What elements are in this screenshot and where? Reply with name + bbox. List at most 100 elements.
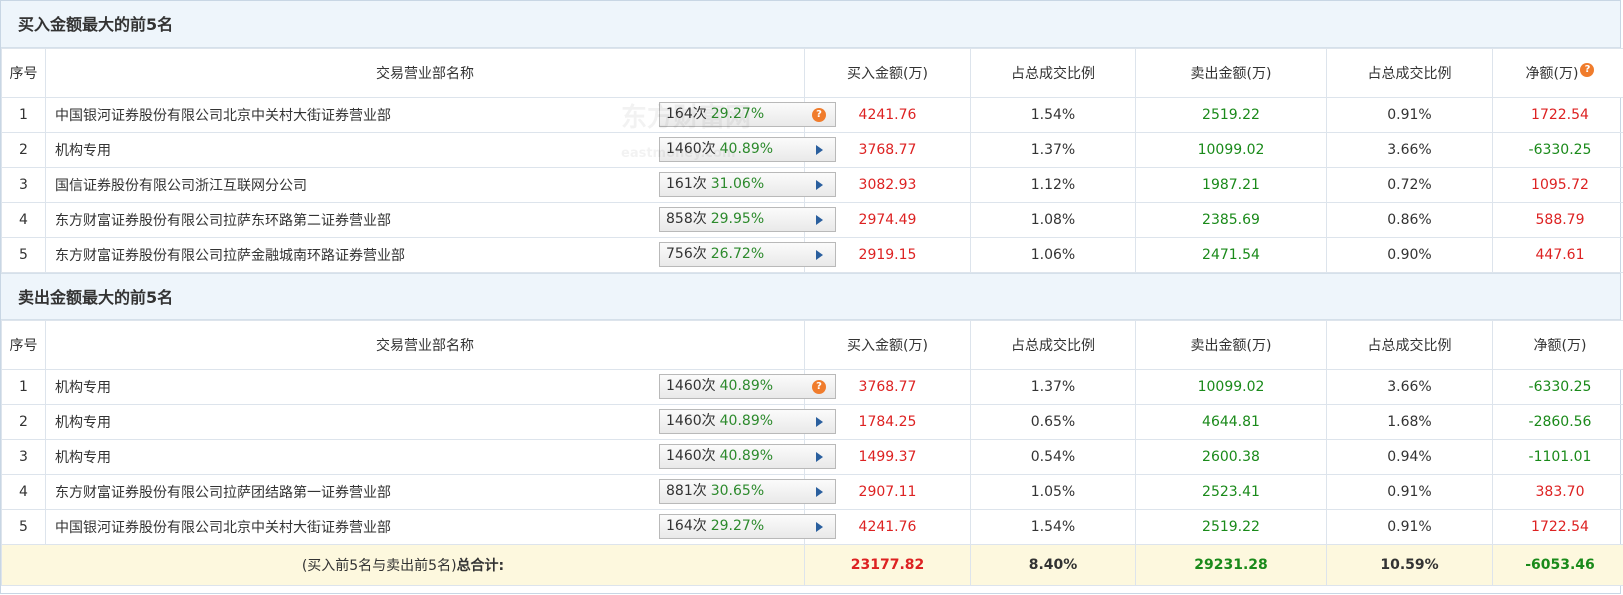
- expand-arrow-icon[interactable]: [816, 215, 823, 225]
- row-name-cell: 东方财富证券股份有限公司拉萨金融城南环路证券营业部 756次 26.72%: [45, 237, 836, 273]
- broker-name[interactable]: 机构专用: [55, 415, 111, 431]
- row-sell-ratio: 1.68%: [1326, 404, 1493, 440]
- table-header: 序号 交易营业部名称 买入金额(万) 占总成交比例 卖出金额(万) 占总成交比例…: [1, 48, 1623, 98]
- row-net: -1101.01: [1492, 439, 1623, 475]
- broker-stats-button[interactable]: 858次 29.95%: [659, 207, 836, 232]
- sell-top5-table: 序号 交易营业部名称 买入金额(万) 占总成交比例 卖出金额(万) 占总成交比例…: [1, 320, 1623, 586]
- broker-name[interactable]: 机构专用: [55, 380, 111, 396]
- row-sell: 2519.22: [1135, 97, 1327, 133]
- row-seq: 2: [1, 404, 46, 440]
- header-net: 净额(万): [1492, 320, 1623, 370]
- expand-arrow-icon[interactable]: [816, 522, 823, 532]
- header-buy: 买入金额(万): [804, 320, 971, 370]
- total-row: (买入前5名与卖出前5名)总合计: 23177.82 8.40% 29231.2…: [1, 544, 1623, 586]
- help-icon[interactable]: ?: [1580, 63, 1595, 77]
- row-buy-ratio: 1.54%: [970, 97, 1136, 133]
- expand-arrow-icon[interactable]: [816, 145, 823, 155]
- broker-win-rate: 40.89%: [719, 413, 774, 429]
- broker-name[interactable]: 国信证券股份有限公司浙江互联网分公司: [55, 178, 307, 194]
- row-seq: 4: [1, 202, 46, 238]
- header-net: 净额(万)?: [1492, 48, 1623, 98]
- broker-win-rate: 29.95%: [710, 211, 765, 227]
- row-seq: 3: [1, 167, 46, 203]
- broker-win-rate: 26.72%: [710, 246, 765, 262]
- row-sell: 10099.02: [1135, 369, 1327, 405]
- broker-stats-button[interactable]: 164次 29.27%: [659, 514, 836, 539]
- broker-win-rate: 29.27%: [710, 106, 765, 122]
- broker-stats-button[interactable]: 1460次 40.89%: [659, 444, 836, 469]
- row-net: -6330.25: [1492, 132, 1623, 168]
- row-name-cell: 机构专用 1460次 40.89%: [45, 439, 836, 475]
- row-seq: 5: [1, 509, 46, 545]
- buy-top5-title: 买入金额最大的前5名: [1, 1, 1620, 48]
- header-sell-ratio: 占总成交比例: [1326, 320, 1493, 370]
- header-buy-ratio: 占总成交比例: [970, 48, 1136, 98]
- table-row: 3 国信证券股份有限公司浙江互联网分公司 161次 31.06% 3082.93 1.12…: [1, 167, 1623, 203]
- row-buy-ratio: 1.54%: [970, 509, 1136, 545]
- broker-name[interactable]: 机构专用: [55, 143, 111, 159]
- broker-name[interactable]: 东方财富证券股份有限公司拉萨东环路第二证券营业部: [55, 213, 391, 229]
- broker-times: 858次: [666, 211, 707, 227]
- broker-name[interactable]: 东方财富证券股份有限公司拉萨团结路第一证券营业部: [55, 485, 391, 501]
- table-row: 1 中国银河证券股份有限公司北京中关村大街证券营业部 164次 29.27%? 4241…: [1, 97, 1623, 133]
- header-seq: 序号: [1, 48, 46, 98]
- broker-times: 1460次: [666, 378, 716, 394]
- row-sell: 2471.54: [1135, 237, 1327, 273]
- table-header: 序号 交易营业部名称 买入金额(万) 占总成交比例 卖出金额(万) 占总成交比例…: [1, 320, 1623, 370]
- total-buy-ratio: 8.40%: [970, 544, 1136, 586]
- broker-win-rate: 40.89%: [719, 448, 774, 464]
- broker-stats-button[interactable]: 756次 26.72%: [659, 242, 836, 267]
- broker-name[interactable]: 中国银河证券股份有限公司北京中关村大街证券营业部: [55, 108, 391, 124]
- expand-arrow-icon[interactable]: [816, 452, 823, 462]
- total-buy: 23177.82: [804, 544, 971, 586]
- expand-arrow-icon[interactable]: [816, 180, 823, 190]
- broker-win-rate: 31.06%: [710, 176, 765, 192]
- header-buy: 买入金额(万): [804, 48, 971, 98]
- row-sell: 10099.02: [1135, 132, 1327, 168]
- sell-rows: 1 机构专用 1460次 40.89%? 3768.77 1.37% 10099.02 3.6…: [1, 369, 1623, 545]
- row-name-cell: 东方财富证券股份有限公司拉萨东环路第二证券营业部 858次 29.95%: [45, 202, 836, 238]
- help-icon[interactable]: ?: [812, 380, 826, 394]
- broker-stats-button[interactable]: 1460次 40.89%: [659, 409, 836, 434]
- broker-stats-button[interactable]: 161次 31.06%: [659, 172, 836, 197]
- row-buy-ratio: 1.37%: [970, 132, 1136, 168]
- table-row: 4 东方财富证券股份有限公司拉萨东环路第二证券营业部 858次 29.95% 2974.…: [1, 202, 1623, 238]
- row-sell-ratio: 3.66%: [1326, 369, 1493, 405]
- help-icon[interactable]: ?: [812, 108, 826, 122]
- broker-name[interactable]: 东方财富证券股份有限公司拉萨金融城南环路证券营业部: [55, 248, 405, 264]
- row-net: 588.79: [1492, 202, 1623, 238]
- row-net: 447.61: [1492, 237, 1623, 273]
- total-net: -6053.46: [1492, 544, 1623, 586]
- expand-arrow-icon[interactable]: [816, 417, 823, 427]
- broker-stats-button[interactable]: 881次 30.65%: [659, 479, 836, 504]
- row-buy-ratio: 0.54%: [970, 439, 1136, 475]
- row-name-cell: 国信证券股份有限公司浙江互联网分公司 161次 31.06%: [45, 167, 836, 203]
- expand-arrow-icon[interactable]: [816, 487, 823, 497]
- row-seq: 5: [1, 237, 46, 273]
- broker-name[interactable]: 中国银河证券股份有限公司北京中关村大街证券营业部: [55, 520, 391, 536]
- table-row: 5 东方财富证券股份有限公司拉萨金融城南环路证券营业部 756次 26.72% 2919…: [1, 237, 1623, 273]
- row-buy-ratio: 1.05%: [970, 474, 1136, 510]
- row-seq: 2: [1, 132, 46, 168]
- total-sell: 29231.28: [1135, 544, 1327, 586]
- total-sell-ratio: 10.59%: [1326, 544, 1493, 586]
- header-sell: 卖出金额(万): [1135, 320, 1327, 370]
- total-label-prefix: (买入前5名与卖出前5名): [301, 558, 457, 574]
- broker-stats-button[interactable]: 1460次 40.89%: [659, 137, 836, 162]
- broker-win-rate: 30.65%: [710, 483, 765, 499]
- row-sell-ratio: 0.91%: [1326, 509, 1493, 545]
- header-sell: 卖出金额(万): [1135, 48, 1327, 98]
- broker-stats-button[interactable]: 1460次 40.89%?: [659, 374, 836, 399]
- row-sell: 4644.81: [1135, 404, 1327, 440]
- row-sell-ratio: 0.91%: [1326, 97, 1493, 133]
- row-sell: 2523.41: [1135, 474, 1327, 510]
- row-name-cell: 东方财富证券股份有限公司拉萨团结路第一证券营业部 881次 30.65%: [45, 474, 836, 510]
- broker-stats-button[interactable]: 164次 29.27%?: [659, 102, 836, 127]
- row-seq: 4: [1, 474, 46, 510]
- buy-top5-table: 序号 交易营业部名称 买入金额(万) 占总成交比例 卖出金额(万) 占总成交比例…: [1, 48, 1623, 273]
- broker-times: 756次: [666, 246, 707, 262]
- expand-arrow-icon[interactable]: [816, 250, 823, 260]
- row-name-cell: 机构专用 1460次 40.89%?: [45, 369, 836, 405]
- row-buy-ratio: 1.08%: [970, 202, 1136, 238]
- broker-name[interactable]: 机构专用: [55, 450, 111, 466]
